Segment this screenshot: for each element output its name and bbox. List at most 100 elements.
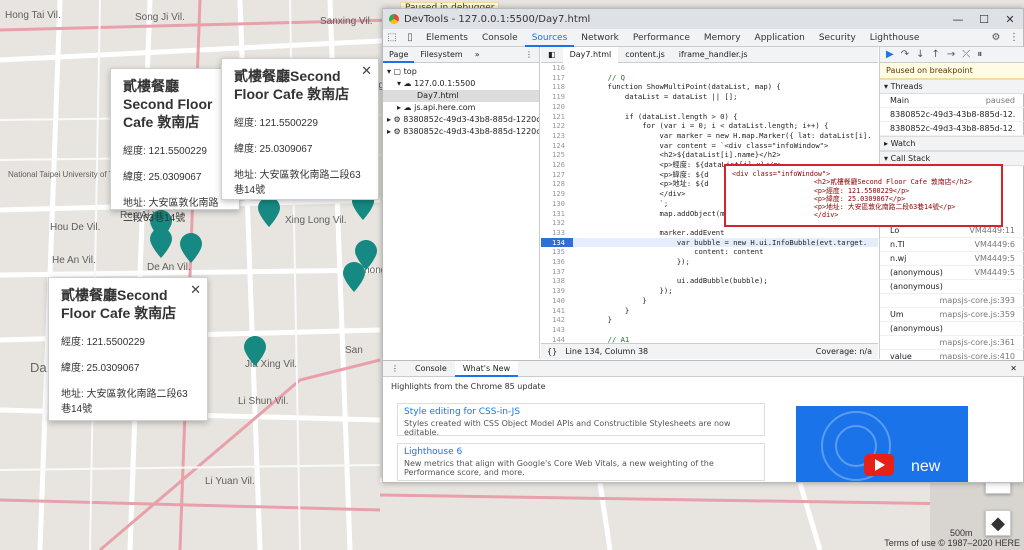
whats-new-card[interactable]: Lighthouse 6 New metrics that align with… <box>397 443 765 481</box>
call-frame[interactable]: (anonymous) <box>880 280 1024 294</box>
step-out-icon[interactable]: ↑ <box>931 49 939 60</box>
map-marker[interactable] <box>244 336 266 366</box>
line-number[interactable]: 134 <box>541 237 573 248</box>
code-line[interactable]: 139 }); <box>541 286 878 296</box>
tree-item[interactable]: ▾ ▢ top <box>383 66 539 78</box>
code-line[interactable]: 142 } <box>541 315 878 325</box>
tab-lighthouse[interactable]: Lighthouse <box>863 29 927 47</box>
line-number[interactable]: 138 <box>541 276 573 286</box>
code-line[interactable]: 123 var marker = new H.map.Marker({ lat:… <box>541 131 878 141</box>
map-marker[interactable] <box>150 228 172 258</box>
call-frame[interactable]: mapsjs-core.js:361 <box>880 336 1024 350</box>
card-title[interactable]: Lighthouse 6 <box>404 447 758 457</box>
code-line[interactable]: 136 }); <box>541 257 878 267</box>
maximize-button[interactable]: ☐ <box>971 13 997 26</box>
line-number[interactable]: 120 <box>541 102 573 112</box>
drawer-tab-whats-new[interactable]: What's New <box>454 360 519 377</box>
line-number[interactable]: 141 <box>541 306 573 316</box>
line-number[interactable]: 128 <box>541 179 573 189</box>
line-number[interactable]: 117 <box>541 73 573 83</box>
step-over-icon[interactable]: ↷ <box>901 49 909 60</box>
line-number[interactable]: 130 <box>541 199 573 209</box>
code-line[interactable]: 117 // Q <box>541 73 878 83</box>
code-line[interactable]: 144 // A1 <box>541 335 878 343</box>
threads-section[interactable]: ▾ Threads <box>880 79 1024 94</box>
line-number[interactable]: 133 <box>541 228 573 238</box>
line-number[interactable]: 124 <box>541 141 573 151</box>
line-number[interactable]: 140 <box>541 296 573 306</box>
close-drawer-icon[interactable]: ✕ <box>1002 364 1024 373</box>
code-line[interactable]: 137 <box>541 267 878 277</box>
line-number[interactable]: 127 <box>541 170 573 180</box>
braces-icon[interactable]: {} <box>547 347 557 356</box>
toggle-navigator-icon[interactable]: ◧ <box>541 50 563 59</box>
line-number[interactable]: 116 <box>541 63 573 73</box>
code-line[interactable]: 118 function ShowMultiPoint(dataList, ma… <box>541 82 878 92</box>
code-line[interactable]: 120 <box>541 102 878 112</box>
resume-icon[interactable]: ▶ <box>886 49 894 60</box>
line-number[interactable]: 122 <box>541 121 573 131</box>
pause-exceptions-icon[interactable]: ⏸ <box>977 49 982 60</box>
tree-item[interactable]: ▾ ☁ 127.0.0.1:5500 <box>383 78 539 90</box>
call-frame[interactable]: n.Tl VM4449:6 <box>880 238 1024 252</box>
line-number[interactable]: 125 <box>541 150 573 160</box>
line-number[interactable]: 142 <box>541 315 573 325</box>
line-number[interactable]: 119 <box>541 92 573 102</box>
code-line[interactable]: 122 for (var i = 0; i < dataList.length;… <box>541 121 878 131</box>
line-number[interactable]: 137 <box>541 267 573 277</box>
tab-page[interactable]: Page <box>383 47 415 63</box>
tab-filesystem[interactable]: Filesystem <box>414 50 468 59</box>
tab-elements[interactable]: Elements <box>419 29 475 47</box>
editor-tab[interactable]: content.js <box>618 50 672 59</box>
tab-security[interactable]: Security <box>812 29 863 47</box>
terms-link[interactable]: Terms of use <box>884 538 936 548</box>
code-line[interactable]: 143 <box>541 325 878 335</box>
whats-new-video[interactable]: new <box>796 406 968 482</box>
thread-row[interactable]: Main paused <box>880 94 1024 108</box>
tree-item[interactable]: ▸ ⚙ 8380852c-49d3-43b8-885d-1220c578 <box>383 114 539 126</box>
map-marker[interactable] <box>343 262 365 292</box>
more-menu-icon[interactable]: ⋮ <box>1007 32 1021 43</box>
line-number[interactable]: 118 <box>541 82 573 92</box>
chevron-double-icon[interactable]: » <box>469 50 486 59</box>
code-line[interactable]: 133 marker.addEvent <box>541 228 878 238</box>
call-frame[interactable]: (anonymous) VM4449:5 <box>880 266 1024 280</box>
line-number[interactable]: 132 <box>541 218 573 228</box>
code-line[interactable]: 140 } <box>541 296 878 306</box>
device-toolbar-icon[interactable]: ▯ <box>403 32 417 43</box>
code-line[interactable]: 138 ui.addBubble(bubble); <box>541 276 878 286</box>
editor-tab[interactable]: Day7.html <box>562 46 619 63</box>
tree-item[interactable]: ▸ ⚙ 8380852c-49d3-43b8-885d-1220c578 <box>383 126 539 138</box>
gear-icon[interactable]: ⚙ <box>989 32 1003 43</box>
code-line[interactable]: 116 <box>541 63 878 73</box>
code-line[interactable]: 121 if (dataList.length > 0) { <box>541 112 878 122</box>
line-number[interactable]: 136 <box>541 257 573 267</box>
tab-network[interactable]: Network <box>574 29 626 47</box>
tree-item[interactable]: ▸ ☁ js.api.here.com <box>383 102 539 114</box>
code-line[interactable]: 125 <h2>${dataList[i].name}</h2> <box>541 150 878 160</box>
watch-section[interactable]: ▸ Watch <box>880 136 1024 151</box>
call-frame[interactable]: Um mapsjs-core.js:359 <box>880 308 1024 322</box>
code-line[interactable]: 141 } <box>541 306 878 316</box>
inspect-icon[interactable]: ⬚ <box>385 32 399 43</box>
call-frame[interactable]: mapsjs-core.js:393 <box>880 294 1024 308</box>
code-line[interactable]: 124 var content = `<div class="infoWindo… <box>541 141 878 151</box>
more-icon[interactable]: ⋮ <box>519 50 539 59</box>
step-icon[interactable]: → <box>947 49 955 60</box>
line-number[interactable]: 139 <box>541 286 573 296</box>
code-line[interactable]: 135 content: content <box>541 247 878 257</box>
close-button[interactable]: ✕ <box>997 13 1023 26</box>
layers-button[interactable]: ◆ <box>985 510 1011 536</box>
call-frame[interactable]: value mapsjs-core.js:410 <box>880 350 1024 359</box>
line-number[interactable]: 129 <box>541 189 573 199</box>
line-number[interactable]: 126 <box>541 160 573 170</box>
map-marker[interactable] <box>258 197 280 227</box>
deactivate-breakpoints-icon[interactable]: ⤫ <box>962 49 970 60</box>
whats-new-card[interactable]: Style editing for CSS-in-JS Styles creat… <box>397 403 765 437</box>
step-into-icon[interactable]: ↓ <box>916 49 924 60</box>
line-number[interactable]: 121 <box>541 112 573 122</box>
thread-row[interactable]: 8380852c-49d3-43b8-885d-12... <box>880 122 1024 136</box>
minimize-button[interactable]: — <box>945 13 971 26</box>
thread-row[interactable]: 8380852c-49d3-43b8-885d-12... <box>880 108 1024 122</box>
call-frame[interactable]: n.wj VM4449:5 <box>880 252 1024 266</box>
